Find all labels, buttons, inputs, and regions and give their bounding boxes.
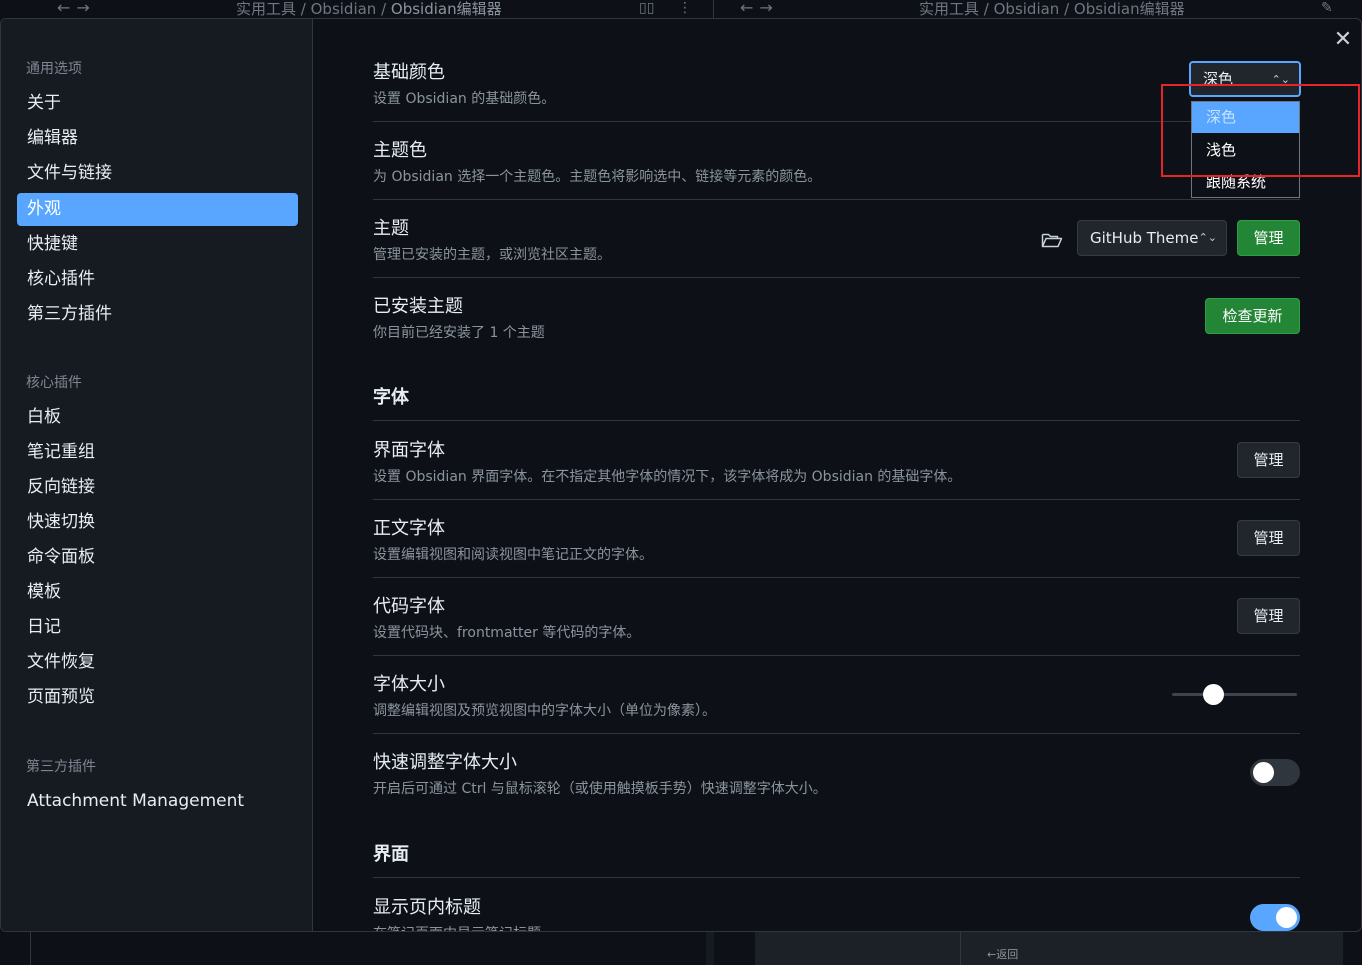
- back-link[interactable]: ←返回: [987, 946, 1018, 962]
- font-size-slider[interactable]: [1172, 693, 1297, 696]
- more-options-icon[interactable]: ⋮: [678, 0, 692, 16]
- theme-select[interactable]: GitHub Theme ⌃⌄: [1077, 220, 1227, 256]
- sidebar-item-core-plugins[interactable]: 核心插件: [17, 263, 298, 296]
- sidebar-item-attachment-management[interactable]: Attachment Management: [17, 785, 298, 818]
- pane-divider: [713, 0, 714, 18]
- sidebar-item-daily-notes[interactable]: 日记: [17, 611, 298, 644]
- sidebar-item-editor[interactable]: 编辑器: [17, 122, 298, 155]
- background-bottom-area: [0, 932, 1362, 965]
- settings-modal: 通用选项 关于 编辑器 文件与链接 外观 快捷键 核心插件 第三方插件 核心插件…: [0, 18, 1362, 932]
- pane-divider: [30, 932, 31, 965]
- folder-open-icon[interactable]: [1041, 231, 1063, 249]
- manage-code-font-button[interactable]: 管理: [1237, 598, 1300, 634]
- sidebar-item-hotkeys[interactable]: 快捷键: [17, 228, 298, 261]
- sidebar-item-templates[interactable]: 模板: [17, 576, 298, 609]
- font-size-slider-thumb[interactable]: [1203, 684, 1224, 705]
- setting-name: 已安装主题: [373, 296, 463, 317]
- check-updates-button[interactable]: 检查更新: [1205, 298, 1300, 334]
- setting-desc: 为 Obsidian 选择一个主题色。主题色将影响选中、链接等元素的颜色。: [373, 169, 822, 185]
- breadcrumb-part[interactable]: Obsidian: [311, 0, 377, 18]
- breadcrumb-separator: /: [1059, 0, 1074, 18]
- setting-desc: 你目前已经安装了 1 个主题: [373, 325, 545, 341]
- sidebar-item-quick-switcher[interactable]: 快速切换: [17, 506, 298, 539]
- manage-themes-button[interactable]: 管理: [1237, 220, 1300, 256]
- setting-installed-themes: 已安装主题 你目前已经安装了 1 个主题: [373, 277, 1300, 355]
- breadcrumb-part[interactable]: 实用工具: [919, 0, 979, 18]
- sidebar-item-appearance[interactable]: 外观: [17, 193, 298, 226]
- setting-desc: 设置代码块、frontmatter 等代码的字体。: [373, 625, 641, 641]
- setting-desc: 开启后可通过 Ctrl 与鼠标滚轮（或使用触摸板手势）快速调整字体大小。: [373, 781, 827, 797]
- back-forward-arrows-icon[interactable]: ←→: [57, 0, 96, 17]
- breadcrumb-separator: /: [296, 0, 311, 18]
- toggle-knob: [1253, 762, 1274, 783]
- sidebar-item-about[interactable]: 关于: [17, 87, 298, 120]
- chevron-updown-icon: ⌃⌄: [1198, 231, 1217, 244]
- breadcrumb-part[interactable]: 实用工具: [236, 0, 296, 18]
- sidebar-item-file-recovery[interactable]: 文件恢复: [17, 646, 298, 679]
- setting-desc: 设置编辑视图和阅读视图中笔记正文的字体。: [373, 547, 653, 563]
- setting-name: 正文字体: [373, 518, 445, 539]
- annotation-highlight-box: [1161, 84, 1360, 177]
- breadcrumb-left: 实用工具 / Obsidian / Obsidian编辑器: [236, 0, 502, 18]
- settings-sidebar: 通用选项 关于 编辑器 文件与链接 外观 快捷键 核心插件 第三方插件 核心插件…: [1, 19, 313, 931]
- manage-text-font-button[interactable]: 管理: [1237, 520, 1300, 556]
- setting-desc: 设置 Obsidian 的基础颜色。: [373, 91, 556, 107]
- back-forward-arrows-icon[interactable]: ←→: [740, 0, 779, 17]
- setting-name: 基础颜色: [373, 62, 445, 83]
- setting-show-inline-title: 显示页内标题 在笔记页面内显示笔记标题: [373, 878, 1300, 931]
- section-heading-interface: 界面: [373, 844, 409, 865]
- setting-desc: 设置 Obsidian 界面字体。在不指定其他字体的情况下，该字体将成为 Obs…: [373, 469, 962, 485]
- setting-desc: 管理已安装的主题，或浏览社区主题。: [373, 247, 611, 263]
- breadcrumb-part[interactable]: Obsidian: [994, 0, 1060, 18]
- setting-name: 快速调整字体大小: [373, 752, 517, 773]
- setting-name: 显示页内标题: [373, 897, 481, 918]
- sidebar-item-command-palette[interactable]: 命令面板: [17, 541, 298, 574]
- section-heading-font: 字体: [373, 387, 409, 408]
- setting-name: 主题: [373, 218, 409, 239]
- manage-interface-font-button[interactable]: 管理: [1237, 442, 1300, 478]
- panel-divider: [960, 932, 961, 965]
- setting-quick-font-adjust: 快速调整字体大小 开启后可通过 Ctrl 与鼠标滚轮（或使用触摸板手势）快速调整…: [373, 733, 1300, 811]
- sidebar-item-backlinks[interactable]: 反向链接: [17, 471, 298, 504]
- preview-panel: [755, 932, 1343, 965]
- background-tab-bar: ←→ 实用工具 / Obsidian / Obsidian编辑器 ▯▯ ⋮ ←→…: [0, 0, 1362, 18]
- setting-font-size: 字体大小 调整编辑视图及预览视图中的字体大小（单位为像素）。: [373, 655, 1300, 734]
- close-icon[interactable]: ✕: [1332, 29, 1354, 51]
- breadcrumb-separator: /: [376, 0, 391, 18]
- pane-divider: [706, 932, 714, 965]
- show-inline-title-toggle[interactable]: [1250, 904, 1300, 931]
- breadcrumb-current[interactable]: Obsidian编辑器: [391, 0, 502, 18]
- setting-name: 字体大小: [373, 674, 445, 695]
- theme-select-value: GitHub Theme: [1090, 229, 1199, 247]
- breadcrumb-current[interactable]: Obsidian编辑器: [1074, 0, 1185, 18]
- sidebar-item-canvas[interactable]: 白板: [17, 401, 298, 434]
- sidebar-item-files-links[interactable]: 文件与链接: [17, 157, 298, 190]
- breadcrumb-separator: /: [979, 0, 994, 18]
- setting-interface-font: 界面字体 设置 Obsidian 界面字体。在不指定其他字体的情况下，该字体将成…: [373, 421, 1300, 500]
- setting-name: 界面字体: [373, 440, 445, 461]
- breadcrumb-right: 实用工具 / Obsidian / Obsidian编辑器: [919, 0, 1185, 18]
- quick-font-adjust-toggle[interactable]: [1250, 759, 1300, 786]
- toggle-knob: [1276, 907, 1297, 928]
- back-arrow-icon: ←: [987, 948, 997, 961]
- sidebar-group-core-plugins: 核心插件: [26, 375, 82, 391]
- sidebar-item-community-plugins[interactable]: 第三方插件: [17, 298, 298, 331]
- setting-name: 主题色: [373, 140, 427, 161]
- back-label: 返回: [996, 948, 1019, 961]
- sidebar-item-note-composer[interactable]: 笔记重组: [17, 436, 298, 469]
- sidebar-group-general: 通用选项: [26, 61, 82, 77]
- setting-text-font: 正文字体 设置编辑视图和阅读视图中笔记正文的字体。: [373, 499, 1300, 578]
- setting-code-font: 代码字体 设置代码块、frontmatter 等代码的字体。: [373, 577, 1300, 656]
- book-icon[interactable]: ▯▯: [639, 0, 654, 16]
- sidebar-item-page-preview[interactable]: 页面预览: [17, 681, 298, 714]
- sidebar-group-community-plugins: 第三方插件: [26, 759, 96, 775]
- setting-desc: 在笔记页面内显示笔记标题: [373, 923, 541, 931]
- setting-name: 代码字体: [373, 596, 445, 617]
- edit-pencil-icon[interactable]: ✎: [1321, 0, 1333, 16]
- setting-desc: 调整编辑视图及预览视图中的字体大小（单位为像素）。: [373, 703, 716, 719]
